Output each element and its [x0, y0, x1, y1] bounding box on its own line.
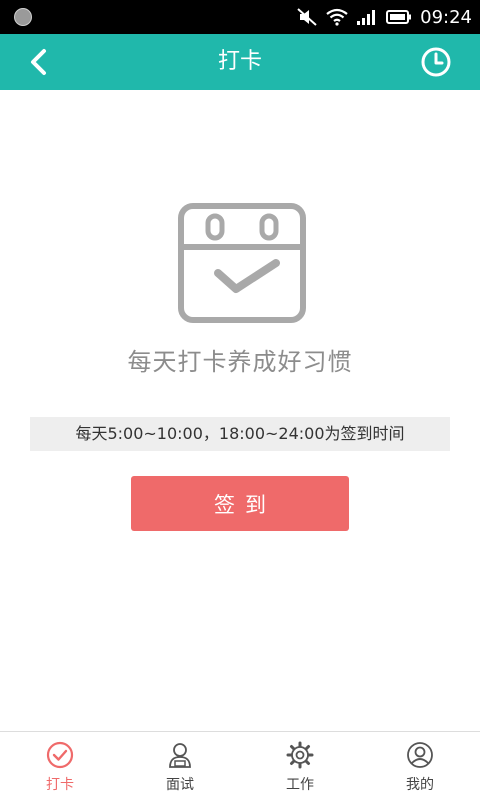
- check-circle-icon: [46, 741, 74, 769]
- nav-item-interview[interactable]: 面试: [120, 732, 240, 801]
- interviewer-icon: [169, 743, 191, 768]
- notification-dot-icon: [14, 8, 32, 26]
- page-title: 打卡: [217, 49, 262, 74]
- history-button[interactable]: [418, 44, 454, 80]
- nav-item-work[interactable]: 工作: [240, 732, 360, 801]
- checkin-time-notice: 每天5:00~10:00，18:00~24:00为签到时间: [30, 417, 450, 451]
- status-icons: 09:24: [296, 0, 472, 34]
- nav-label: 工作: [286, 777, 314, 793]
- app-header: 打卡: [0, 34, 480, 90]
- user-icon: [407, 742, 433, 768]
- bottom-nav: 打卡 面试 工作 我的: [0, 731, 480, 801]
- nav-item-mine[interactable]: 我的: [360, 732, 480, 801]
- mute-icon: [297, 8, 317, 26]
- nav-label: 我的: [406, 777, 434, 793]
- clock-icon: [421, 47, 451, 77]
- battery-icon: [386, 10, 412, 24]
- signal-icon: [357, 10, 376, 25]
- checkin-button[interactable]: 签到: [131, 476, 349, 531]
- wifi-icon: [326, 8, 348, 26]
- status-bar: 09:24: [0, 0, 480, 34]
- nav-label: 打卡: [46, 777, 74, 793]
- status-time: 09:24: [420, 6, 472, 28]
- nav-item-checkin[interactable]: 打卡: [0, 732, 120, 801]
- slogan-text: 每天打卡养成好习惯: [127, 348, 353, 376]
- calendar-check-icon: [178, 203, 306, 323]
- nav-label: 面试: [166, 777, 194, 793]
- gear-icon: [286, 741, 314, 769]
